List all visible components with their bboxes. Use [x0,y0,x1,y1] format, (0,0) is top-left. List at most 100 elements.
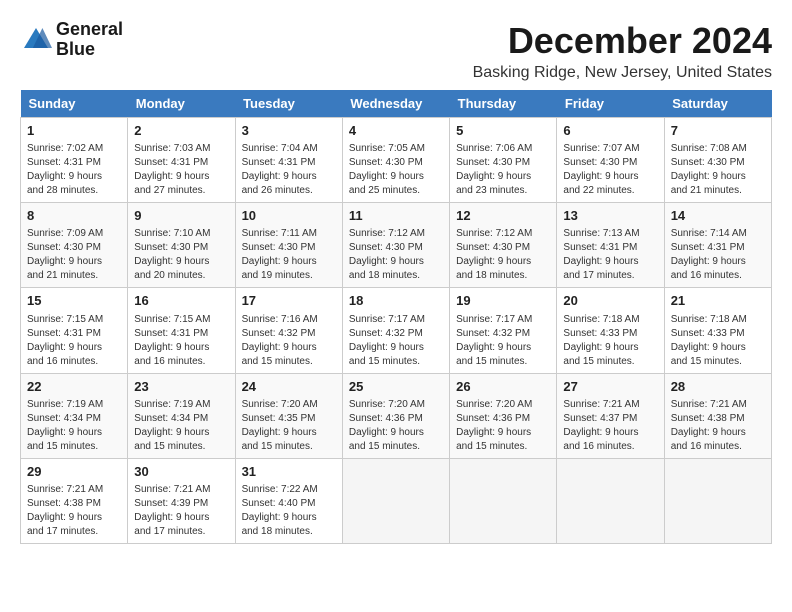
day-number: 28 [671,378,765,396]
day-number: 14 [671,207,765,225]
table-cell: 20 Sunrise: 7:18 AMSunset: 4:33 PMDayligh… [557,288,664,373]
day-info: Sunrise: 7:17 AMSunset: 4:32 PMDaylight:… [456,313,550,369]
day-info: Sunrise: 7:06 AMSunset: 4:30 PMDaylight:… [456,142,550,198]
day-number: 7 [671,122,765,140]
table-cell: 25 Sunrise: 7:20 AMSunset: 4:36 PMDayligh… [342,373,449,458]
logo-text: General Blue [56,20,123,60]
day-info: Sunrise: 7:15 AMSunset: 4:31 PMDaylight:… [134,313,228,369]
day-info: Sunrise: 7:19 AMSunset: 4:34 PMDaylight:… [27,398,121,454]
day-number: 5 [456,122,550,140]
day-number: 12 [456,207,550,225]
logo-icon [20,24,52,56]
header-row: Sunday Monday Tuesday Wednesday Thursday… [21,90,772,118]
table-cell: 15Sunrise: 7:15 AMSunset: 4:31 PMDayligh… [21,288,128,373]
table-row: 22 Sunrise: 7:19 AMSunset: 4:34 PMDayligh… [21,373,772,458]
day-info: Sunrise: 7:20 AMSunset: 4:36 PMDaylight:… [349,398,443,454]
day-number: 9 [134,207,228,225]
day-number: 1 [27,122,121,140]
day-number: 8 [27,207,121,225]
day-info: Sunrise: 7:12 AMSunset: 4:30 PMDaylight:… [456,227,550,283]
day-info: Sunrise: 7:08 AMSunset: 4:30 PMDaylight:… [671,142,765,198]
table-cell: 1 Sunrise: 7:02 AMSunset: 4:31 PMDaylight… [21,118,128,203]
calendar-table: Sunday Monday Tuesday Wednesday Thursday… [20,90,772,544]
table-cell: 2Sunrise: 7:03 AMSunset: 4:31 PMDaylight… [128,118,235,203]
day-info: Sunrise: 7:11 AMSunset: 4:30 PMDaylight:… [242,227,336,283]
table-cell: 9 Sunrise: 7:10 AMSunset: 4:30 PMDaylight… [128,203,235,288]
table-row: 15Sunrise: 7:15 AMSunset: 4:31 PMDayligh… [21,288,772,373]
day-info: Sunrise: 7:20 AMSunset: 4:36 PMDaylight:… [456,398,550,454]
day-info: Sunrise: 7:10 AMSunset: 4:30 PMDaylight:… [134,227,228,283]
day-number: 10 [242,207,336,225]
day-info: Sunrise: 7:22 AMSunset: 4:40 PMDaylight:… [242,483,336,539]
table-cell [342,458,449,543]
table-cell: 30 Sunrise: 7:21 AMSunset: 4:39 PMDayligh… [128,458,235,543]
table-cell: 16 Sunrise: 7:15 AMSunset: 4:31 PMDayligh… [128,288,235,373]
day-number: 26 [456,378,550,396]
col-tuesday: Tuesday [235,90,342,118]
title-area: December 2024 Basking Ridge, New Jersey,… [473,20,772,82]
page-header: General Blue December 2024 Basking Ridge… [20,20,772,82]
day-number: 13 [563,207,657,225]
table-cell: 21 Sunrise: 7:18 AMSunset: 4:33 PMDayligh… [664,288,771,373]
day-info: Sunrise: 7:18 AMSunset: 4:33 PMDaylight:… [671,313,765,369]
day-info: Sunrise: 7:21 AMSunset: 4:38 PMDaylight:… [27,483,121,539]
day-number: 11 [349,207,443,225]
table-cell: 13 Sunrise: 7:13 AMSunset: 4:31 PMDayligh… [557,203,664,288]
day-number: 4 [349,122,443,140]
day-number: 20 [563,292,657,310]
day-number: 23 [134,378,228,396]
day-info: Sunrise: 7:12 AMSunset: 4:30 PMDaylight:… [349,227,443,283]
table-cell [557,458,664,543]
col-wednesday: Wednesday [342,90,449,118]
day-number: 29 [27,463,121,481]
day-number: 17 [242,292,336,310]
col-monday: Monday [128,90,235,118]
table-cell: 22 Sunrise: 7:19 AMSunset: 4:34 PMDayligh… [21,373,128,458]
day-info: Sunrise: 7:13 AMSunset: 4:31 PMDaylight:… [563,227,657,283]
day-info: Sunrise: 7:16 AMSunset: 4:32 PMDaylight:… [242,313,336,369]
day-number: 30 [134,463,228,481]
day-number: 3 [242,122,336,140]
day-number: 22 [27,378,121,396]
table-cell: 10 Sunrise: 7:11 AMSunset: 4:30 PMDayligh… [235,203,342,288]
table-cell: 4 Sunrise: 7:05 AMSunset: 4:30 PMDaylight… [342,118,449,203]
table-row: 1 Sunrise: 7:02 AMSunset: 4:31 PMDaylight… [21,118,772,203]
day-info: Sunrise: 7:21 AMSunset: 4:37 PMDaylight:… [563,398,657,454]
day-info: Sunrise: 7:21 AMSunset: 4:38 PMDaylight:… [671,398,765,454]
day-number: 21 [671,292,765,310]
table-cell: 23Sunrise: 7:19 AMSunset: 4:34 PMDayligh… [128,373,235,458]
table-cell: 7 Sunrise: 7:08 AMSunset: 4:30 PMDaylight… [664,118,771,203]
day-info: Sunrise: 7:07 AMSunset: 4:30 PMDaylight:… [563,142,657,198]
day-info: Sunrise: 7:15 AMSunset: 4:31 PMDaylight:… [27,313,121,369]
table-cell: 17 Sunrise: 7:16 AMSunset: 4:32 PMDayligh… [235,288,342,373]
table-cell: 31 Sunrise: 7:22 AMSunset: 4:40 PMDayligh… [235,458,342,543]
table-row: 8 Sunrise: 7:09 AMSunset: 4:30 PMDaylight… [21,203,772,288]
col-friday: Friday [557,90,664,118]
table-cell: 24Sunrise: 7:20 AMSunset: 4:35 PMDayligh… [235,373,342,458]
day-number: 16 [134,292,228,310]
day-number: 6 [563,122,657,140]
day-number: 2 [134,122,228,140]
day-info: Sunrise: 7:18 AMSunset: 4:33 PMDaylight:… [563,313,657,369]
logo: General Blue [20,20,123,60]
day-info: Sunrise: 7:05 AMSunset: 4:30 PMDaylight:… [349,142,443,198]
day-info: Sunrise: 7:04 AMSunset: 4:31 PMDaylight:… [242,142,336,198]
table-cell [664,458,771,543]
day-info: Sunrise: 7:02 AMSunset: 4:31 PMDaylight:… [27,142,121,198]
table-cell: 11 Sunrise: 7:12 AMSunset: 4:30 PMDayligh… [342,203,449,288]
day-number: 18 [349,292,443,310]
day-number: 31 [242,463,336,481]
table-cell: 8 Sunrise: 7:09 AMSunset: 4:30 PMDaylight… [21,203,128,288]
table-cell: 18Sunrise: 7:17 AMSunset: 4:32 PMDayligh… [342,288,449,373]
col-thursday: Thursday [450,90,557,118]
day-info: Sunrise: 7:21 AMSunset: 4:39 PMDaylight:… [134,483,228,539]
table-cell: 12 Sunrise: 7:12 AMSunset: 4:30 PMDayligh… [450,203,557,288]
table-cell: 28 Sunrise: 7:21 AMSunset: 4:38 PMDayligh… [664,373,771,458]
table-row: 29 Sunrise: 7:21 AMSunset: 4:38 PMDayligh… [21,458,772,543]
day-number: 19 [456,292,550,310]
day-info: Sunrise: 7:09 AMSunset: 4:30 PMDaylight:… [27,227,121,283]
location: Basking Ridge, New Jersey, United States [473,64,772,82]
month-title: December 2024 [473,20,772,62]
day-number: 25 [349,378,443,396]
table-cell: 27Sunrise: 7:21 AMSunset: 4:37 PMDayligh… [557,373,664,458]
